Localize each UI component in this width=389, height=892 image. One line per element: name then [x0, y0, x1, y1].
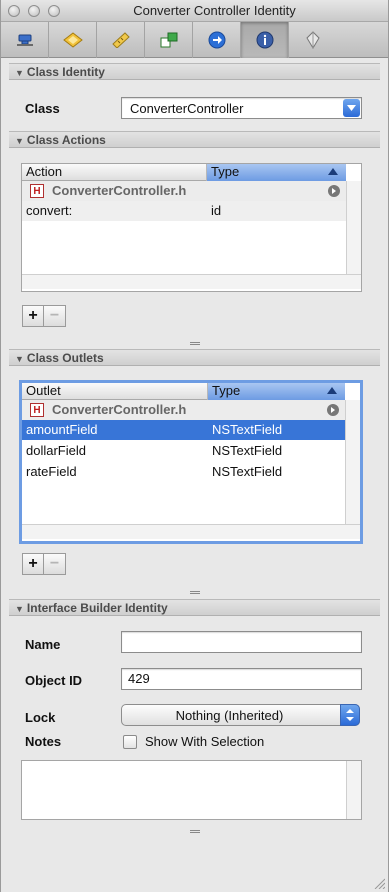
add-outlet-button[interactable]: +: [22, 553, 44, 575]
class-actions-header[interactable]: ▼ Class Actions: [9, 131, 380, 148]
sort-ascending-icon: [327, 387, 337, 394]
go-to-file-arrow-icon[interactable]: [328, 185, 340, 197]
class-combo-value: ConverterController: [130, 101, 244, 116]
outlets-add-remove: + −: [22, 553, 66, 575]
column-header-outlet[interactable]: Outlet: [22, 383, 208, 400]
identity-info-icon: [256, 31, 273, 49]
section-title: Class Outlets: [26, 351, 104, 365]
group-row[interactable]: H ConverterController.h: [22, 400, 345, 420]
group-file-name: ConverterController.h: [52, 183, 187, 198]
action-name: convert:: [26, 203, 73, 218]
column-header-type[interactable]: Type: [207, 164, 346, 181]
sort-ascending-icon: [328, 168, 338, 175]
remove-outlet-button[interactable]: −: [44, 553, 66, 575]
tab-attributes[interactable]: [1, 22, 49, 58]
table-row[interactable]: amountField NSTextField: [22, 420, 345, 440]
action-type: id: [211, 203, 222, 218]
splitter-grip-icon: [189, 342, 200, 343]
outlet-name: rateField: [26, 464, 77, 479]
group-file-name: ConverterController.h: [52, 402, 187, 417]
resize-grip-icon[interactable]: [373, 877, 385, 889]
show-with-selection-checkbox[interactable]: [123, 735, 137, 749]
tab-applescript[interactable]: [289, 22, 337, 58]
connections-icon: [160, 32, 177, 48]
vertical-scrollbar[interactable]: [345, 400, 360, 524]
section-splitter[interactable]: [9, 340, 380, 346]
outlet-type: NSTextField: [212, 422, 283, 437]
tab-effects[interactable]: [49, 22, 97, 58]
show-with-selection-label: Show With Selection: [145, 734, 265, 749]
vertical-scrollbar[interactable]: [346, 181, 361, 274]
lock-label: Lock: [25, 710, 56, 725]
class-outlets-header[interactable]: ▼ Class Outlets: [9, 349, 380, 366]
window-title: Converter Controller Identity: [133, 3, 296, 18]
column-header-action[interactable]: Action: [22, 164, 207, 181]
table-row[interactable]: dollarField NSTextField: [22, 441, 345, 461]
inspector-toolbar: [1, 22, 388, 58]
remove-action-button[interactable]: −: [44, 305, 66, 327]
splitter-grip-icon: [189, 830, 200, 831]
object-id-label: Object ID: [25, 673, 83, 688]
outlet-name: amountField: [26, 422, 98, 437]
column-header-type[interactable]: Type: [208, 383, 345, 400]
disclosure-triangle-icon: ▼: [15, 136, 24, 146]
vertical-scrollbar[interactable]: [346, 761, 361, 819]
class-identity-header[interactable]: ▼ Class Identity: [9, 63, 380, 80]
column-header-label: Type: [211, 164, 240, 179]
tab-connections[interactable]: [145, 22, 193, 58]
size-ruler-icon: [111, 32, 130, 48]
tab-size[interactable]: [97, 22, 145, 58]
lock-popup-value: Nothing (Inherited): [175, 708, 284, 723]
notes-label: Notes: [25, 734, 62, 749]
class-label: Class: [25, 101, 60, 116]
up-down-arrows-icon: [346, 709, 354, 721]
outlet-type: NSTextField: [212, 464, 283, 479]
splitter-grip-icon: [189, 591, 200, 592]
class-actions-table[interactable]: Action Type H ConverterController.h conv…: [21, 163, 362, 292]
class-combo-box[interactable]: ConverterController: [121, 97, 362, 119]
add-action-button[interactable]: +: [22, 305, 44, 327]
outlet-name: dollarField: [26, 443, 86, 458]
table-header: Action Type: [22, 164, 346, 181]
lock-popup[interactable]: Nothing (Inherited): [121, 704, 360, 726]
inspector-window: Converter Controller Identity ▼ Class Id…: [0, 0, 389, 892]
notes-text-area[interactable]: [21, 760, 362, 820]
table-header: Outlet Type: [22, 383, 345, 400]
section-title: Interface Builder Identity: [26, 601, 168, 615]
section-splitter[interactable]: [9, 589, 380, 595]
tab-identity[interactable]: [241, 22, 289, 58]
section-title: Class Actions: [26, 133, 106, 147]
class-outlets-table[interactable]: Outlet Type H ConverterController.h amou…: [19, 380, 363, 544]
bindings-arrow-icon: [208, 31, 225, 49]
attributes-icon: [16, 34, 33, 46]
effects-icon: [62, 32, 83, 48]
actions-add-remove: + −: [22, 305, 66, 327]
title-bar: Converter Controller Identity: [1, 0, 388, 22]
name-label: Name: [25, 637, 61, 652]
applescript-icon: [306, 31, 320, 49]
ib-identity-header[interactable]: ▼ Interface Builder Identity: [9, 599, 380, 616]
horizontal-scrollbar[interactable]: [22, 524, 360, 539]
horizontal-scrollbar[interactable]: [22, 274, 361, 289]
section-splitter[interactable]: [9, 828, 380, 834]
tab-bindings[interactable]: [193, 22, 241, 58]
go-to-file-arrow-icon[interactable]: [327, 404, 339, 416]
combo-dropdown-button[interactable]: [343, 99, 360, 117]
header-file-icon: H: [30, 184, 44, 198]
name-field[interactable]: [121, 631, 362, 653]
disclosure-triangle-icon: ▼: [15, 354, 24, 364]
outlet-type: NSTextField: [212, 443, 283, 458]
popup-arrows-button[interactable]: [340, 704, 360, 726]
table-row[interactable]: rateField NSTextField: [22, 462, 345, 482]
header-file-icon: H: [30, 403, 44, 417]
chevron-down-icon: [347, 105, 356, 111]
object-id-field[interactable]: 429: [121, 668, 362, 690]
section-title: Class Identity: [26, 65, 105, 79]
disclosure-triangle-icon: ▼: [15, 68, 24, 78]
table-row[interactable]: convert: id: [22, 201, 346, 221]
column-header-label: Type: [212, 383, 241, 398]
group-row[interactable]: H ConverterController.h: [22, 181, 346, 201]
disclosure-triangle-icon: ▼: [15, 604, 24, 614]
